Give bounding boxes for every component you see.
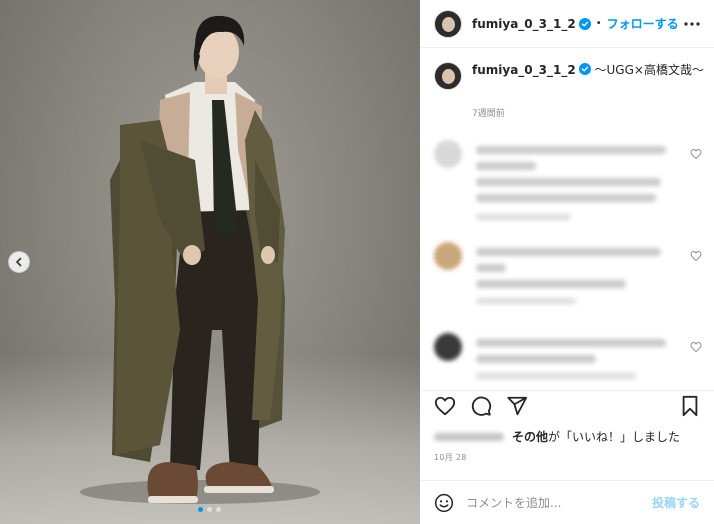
comment-avatar[interactable] bbox=[434, 333, 462, 361]
comment-meta-blurred bbox=[476, 298, 576, 304]
comment-item bbox=[434, 333, 704, 383]
likes-suffix-text: が「いいね！」しました bbox=[548, 430, 681, 444]
heart-icon[interactable] bbox=[434, 395, 456, 417]
comment-text-blurred bbox=[476, 355, 596, 363]
post-comment-button[interactable]: 投稿する bbox=[652, 494, 700, 511]
comment-text-blurred bbox=[476, 339, 666, 347]
comment-text-blurred bbox=[476, 194, 656, 202]
carousel-dot bbox=[198, 507, 203, 512]
carousel-dot bbox=[216, 507, 221, 512]
comment-text-blurred bbox=[476, 264, 506, 272]
verified-badge-icon bbox=[578, 63, 591, 75]
comment-text-blurred bbox=[476, 178, 661, 186]
model-figure bbox=[80, 15, 320, 504]
comment-item bbox=[434, 140, 704, 230]
post-date: 10月 28 bbox=[434, 453, 467, 462]
comment-composer: 投稿する bbox=[420, 480, 714, 524]
comment-avatar[interactable] bbox=[434, 140, 462, 168]
likes-summary: その他 が「いいね！」しました bbox=[434, 428, 680, 445]
caption-avatar[interactable] bbox=[434, 62, 462, 90]
comment-text-blurred bbox=[476, 146, 666, 154]
comment-avatar[interactable] bbox=[434, 242, 462, 270]
comment-meta-blurred bbox=[476, 214, 571, 220]
caption-timestamp: 7週間前 bbox=[472, 109, 505, 119]
heart-icon[interactable] bbox=[690, 341, 702, 353]
carousel-prev-button[interactable] bbox=[8, 251, 30, 273]
comment-item bbox=[434, 242, 704, 332]
header-separator: • bbox=[595, 18, 602, 29]
follow-button[interactable]: フォローする bbox=[607, 15, 679, 32]
post-actions bbox=[420, 390, 714, 420]
verified-badge-icon bbox=[578, 17, 591, 30]
emoji-button[interactable] bbox=[434, 493, 454, 513]
comment-text-blurred bbox=[476, 248, 661, 256]
caption-body: 〜UGG×高橋文哉〜 bbox=[590, 63, 704, 77]
liker-name-blurred[interactable] bbox=[434, 432, 504, 441]
header-username[interactable]: fumiya_0_3_1_2 bbox=[472, 17, 576, 31]
comment-text-blurred bbox=[476, 280, 626, 288]
caption-username[interactable]: fumiya_0_3_1_2 bbox=[472, 63, 576, 77]
more-options-icon bbox=[684, 21, 700, 26]
bookmark-icon[interactable] bbox=[680, 395, 700, 417]
avatar[interactable] bbox=[434, 9, 462, 38]
heart-icon[interactable] bbox=[690, 250, 702, 262]
heart-icon[interactable] bbox=[690, 148, 702, 160]
comment-icon[interactable] bbox=[470, 395, 492, 417]
emoji-icon bbox=[434, 493, 454, 512]
comment-meta-blurred bbox=[476, 373, 636, 379]
comment-input[interactable] bbox=[466, 495, 651, 510]
caption-text: fumiya_0_3_1_2 〜UGG×高橋文哉〜 bbox=[472, 62, 704, 90]
post-photo bbox=[0, 0, 420, 524]
post-caption: fumiya_0_3_1_2 〜UGG×高橋文哉〜 bbox=[434, 62, 704, 90]
post-sidebar: fumiya_0_3_1_2 • フォローする fumiya_0_3_1_2 〜… bbox=[420, 0, 714, 524]
more-options-button[interactable] bbox=[684, 21, 700, 26]
comment-text-blurred bbox=[476, 162, 536, 170]
carousel-dots bbox=[198, 507, 221, 512]
post-header: fumiya_0_3_1_2 • フォローする bbox=[420, 0, 714, 48]
share-icon[interactable] bbox=[506, 395, 528, 417]
likes-others-link[interactable]: その他 bbox=[512, 428, 548, 445]
carousel-dot bbox=[207, 507, 212, 512]
chevron-left-icon bbox=[15, 257, 22, 267]
